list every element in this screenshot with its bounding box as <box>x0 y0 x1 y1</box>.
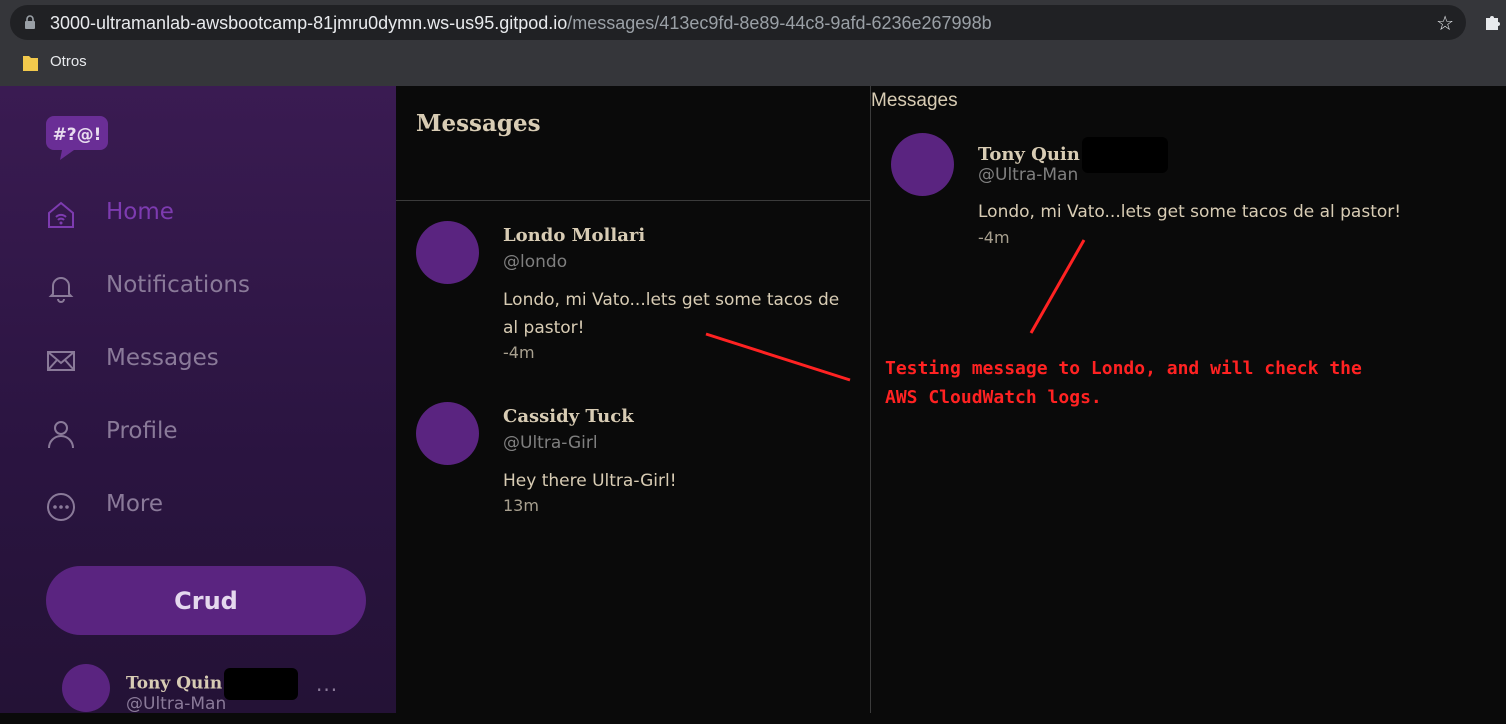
sidebar-item-notifications[interactable]: Notifications <box>46 266 366 310</box>
author-name-text: Tony Quin <box>978 144 1080 165</box>
bookmarks-bar: Otros <box>0 44 1506 84</box>
list-item[interactable]: Londo Mollari @londo Londo, mi Vato...le… <box>396 204 870 374</box>
sidebar-item-label: Notifications <box>106 272 250 298</box>
message-author-handle: @Ultra-Man <box>978 165 1079 185</box>
sidebar-item-more[interactable]: More <box>46 485 366 529</box>
redaction-block <box>224 668 299 700</box>
page-title: Messages <box>416 110 541 137</box>
conversation-name: Londo Mollari <box>503 225 646 246</box>
bookmark-star-icon[interactable]: ☆ <box>1436 11 1454 35</box>
address-bar[interactable]: 3000-ultramanlab-awsbootcamp-81jmru0dymn… <box>10 5 1466 40</box>
avatar <box>891 133 954 196</box>
sidebar-item-messages[interactable]: Messages <box>46 339 366 383</box>
sidebar-item-label: Home <box>106 199 174 225</box>
user-more-icon[interactable]: ··· <box>316 678 338 702</box>
conversation-message: Londo, mi Vato...lets get some tacos de … <box>503 290 840 338</box>
list-item[interactable]: Cassidy Tuck @Ultra-Girl Hey there Ultra… <box>396 385 870 555</box>
conversation-name: Cassidy Tuck <box>503 406 634 427</box>
sidebar-item-profile[interactable]: Profile <box>46 412 366 456</box>
sidebar-item-label: Messages <box>106 345 219 371</box>
folder-icon <box>23 56 38 71</box>
url-path: /messages/413ec9fd-8e89-44c8-9afd-6236e2… <box>567 13 992 33</box>
conversation-time: -4m <box>503 343 535 362</box>
annotation-line-1: Testing message to Londo, and will check… <box>885 358 1362 379</box>
app: #?@! Home Notifications Messages Profile… <box>0 86 1506 714</box>
sidebar: #?@! Home Notifications Messages Profile… <box>0 86 396 714</box>
home-icon <box>48 201 74 228</box>
logo[interactable]: #?@! <box>46 112 108 162</box>
message-time: -4m <box>978 228 1010 247</box>
extensions-puzzle-icon[interactable] <box>1482 12 1504 34</box>
conversation-handle: @londo <box>503 252 568 272</box>
person-icon <box>48 421 74 449</box>
conversation-message: Hey there Ultra-Girl! <box>503 471 677 491</box>
crud-button[interactable]: Crud <box>46 566 366 635</box>
current-user[interactable]: Tony Quin @Ultra-Man ··· <box>62 664 382 724</box>
avatar <box>416 402 479 465</box>
sidebar-item-label: More <box>106 491 164 517</box>
red-annotation: Testing message to Londo, and will check… <box>885 354 1362 412</box>
avatar <box>416 221 479 284</box>
messages-thread-panel: Messages Tony Quin @Ultra-Man Londo, mi … <box>871 86 1506 713</box>
bell-icon <box>48 277 74 303</box>
conversation-handle: @Ultra-Girl <box>503 433 598 453</box>
thread-title: Messages <box>871 90 958 111</box>
message-text: Londo, mi Vato...lets get some tacos de … <box>978 202 1402 222</box>
conversation-time: 13m <box>503 496 539 515</box>
bookmark-folder-otros[interactable]: Otros <box>50 53 87 70</box>
url-host: 3000-ultramanlab-awsbootcamp-81jmru0dymn… <box>50 13 568 33</box>
sidebar-item-label: Profile <box>106 418 178 444</box>
annotation-line-2: AWS CloudWatch logs. <box>885 387 1102 408</box>
more-circle-icon <box>47 493 75 521</box>
avatar <box>62 664 110 712</box>
message-groups-panel: Messages Londo Mollari @londo Londo, mi … <box>396 86 871 713</box>
panel-header: Messages <box>396 86 870 201</box>
lock-icon <box>25 15 35 29</box>
url-text: 3000-ultramanlab-awsbootcamp-81jmru0dymn… <box>50 13 992 34</box>
browser-chrome: 3000-ultramanlab-awsbootcamp-81jmru0dymn… <box>0 0 1506 86</box>
envelope-icon <box>47 351 75 371</box>
user-name-text: Tony Quin <box>126 673 223 694</box>
redaction-block <box>1081 137 1168 173</box>
current-user-handle: @Ultra-Man <box>126 694 227 714</box>
logo-text: #?@! <box>53 125 102 145</box>
sidebar-item-home[interactable]: Home <box>46 193 366 237</box>
